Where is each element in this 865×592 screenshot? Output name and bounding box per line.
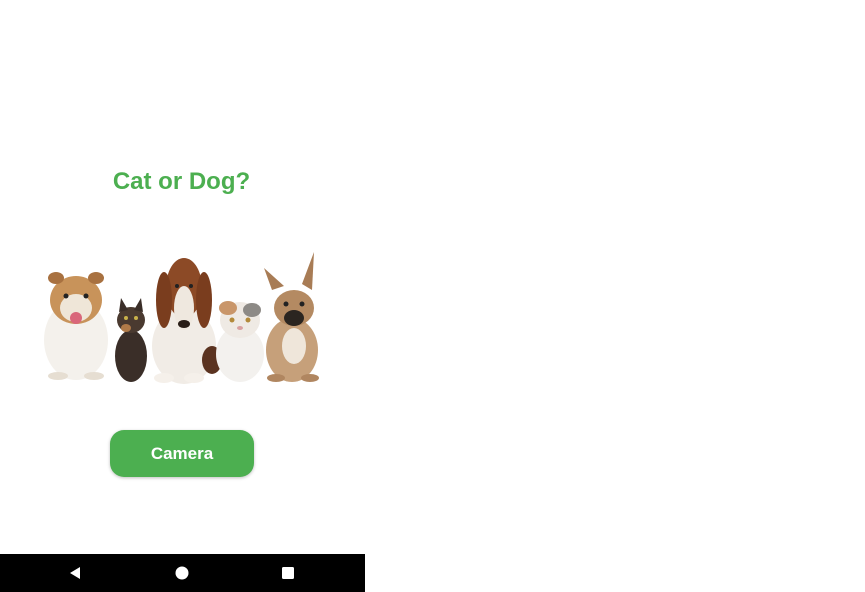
home-circle-icon	[175, 566, 189, 580]
basset-hound-figure	[152, 258, 222, 384]
back-button[interactable]	[55, 554, 95, 592]
exotic-cat-figure	[216, 301, 264, 382]
bulldog-figure	[44, 272, 108, 380]
recents-square-icon	[282, 567, 294, 579]
pets-image	[44, 252, 319, 384]
camera-button[interactable]: Camera	[110, 430, 254, 477]
recents-button[interactable]	[268, 554, 308, 592]
french-bulldog-figure	[264, 252, 319, 382]
back-triangle-icon	[70, 567, 80, 579]
app-screen: Cat or Dog? Camera	[0, 0, 365, 592]
system-navigation-bar	[0, 554, 365, 592]
page-title: Cat or Dog?	[112, 168, 251, 195]
kitten-figure	[115, 298, 147, 382]
home-button[interactable]	[162, 554, 202, 592]
